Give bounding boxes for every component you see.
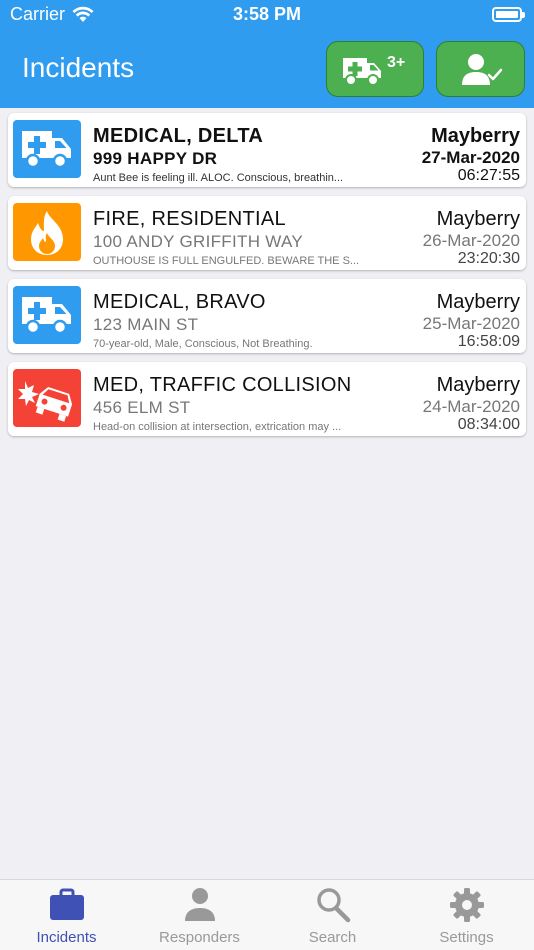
incident-icon-box — [13, 369, 81, 427]
tab-search[interactable]: Search — [266, 880, 399, 950]
incident-icon-box — [13, 203, 81, 261]
incident-note: Aunt Bee is feeling ill. ALOC. Conscious… — [93, 172, 344, 184]
tab-label: Incidents — [36, 929, 97, 946]
person-check-icon — [462, 54, 503, 85]
incident-address: 999 HAPPY DR — [93, 149, 218, 168]
incident-card[interactable]: MEDICAL, BRAVO 123 MAIN ST 70-year-old, … — [8, 279, 526, 353]
incident-type: MEDICAL, BRAVO — [93, 291, 266, 313]
tab-label: Search — [308, 929, 357, 946]
car-crash-icon — [18, 381, 73, 422]
incident-address: 123 MAIN ST — [93, 315, 199, 334]
tab-responders[interactable]: Responders — [133, 880, 266, 950]
incident-date: 26-Mar-2020 — [422, 231, 520, 250]
incident-card[interactable]: MEDICAL, DELTA 999 HAPPY DR Aunt Bee is … — [8, 113, 526, 187]
fire-icon — [31, 211, 63, 255]
incident-type: FIRE, RESIDENTIAL — [93, 208, 286, 230]
search-icon — [317, 888, 351, 923]
ambulance-icon — [343, 58, 381, 86]
responder-status-button[interactable] — [436, 41, 525, 97]
incident-icon-box — [13, 286, 81, 344]
incident-time: 08:34:00 — [457, 416, 520, 433]
incident-type: MEDICAL, DELTA — [93, 125, 264, 147]
incident-city: Mayberry — [431, 125, 520, 147]
incident-address: 456 ELM ST — [93, 398, 191, 417]
ambulance-icon — [22, 131, 71, 169]
clock: 3:58 PM — [232, 4, 302, 24]
incident-note: OUTHOUSE IS FULL ENGULFED. BEWARE THE S.… — [93, 255, 360, 267]
battery-icon — [492, 7, 525, 22]
tab-incidents[interactable]: Incidents — [0, 880, 133, 950]
incident-type: MED, TRAFFIC COLLISION — [93, 374, 352, 396]
incident-note: Head-on collision at intersection, extri… — [93, 421, 342, 433]
ambulance-icon — [22, 297, 71, 335]
gear-icon — [450, 888, 484, 922]
page-title: Incidents — [22, 52, 135, 83]
tab-label: Settings — [439, 929, 494, 946]
incident-time: 23:20:30 — [457, 250, 520, 267]
briefcase-icon — [50, 888, 84, 920]
tab-label: Responders — [159, 929, 240, 946]
incident-city: Mayberry — [436, 291, 520, 313]
tab-bar: Incidents Responders Search Settings — [0, 879, 534, 950]
status-bar: Carrier 3:58 PM — [0, 0, 534, 32]
incident-icon-box — [13, 120, 81, 178]
incident-card[interactable]: FIRE, RESIDENTIAL 100 ANDY GRIFFITH WAY … — [8, 196, 526, 270]
ambulance-count-badge: 3+ — [387, 54, 406, 71]
incident-date: 27-Mar-2020 — [421, 148, 520, 167]
tab-settings[interactable]: Settings — [400, 880, 533, 950]
incident-city: Mayberry — [436, 374, 520, 396]
incident-note: 70-year-old, Male, Conscious, Not Breath… — [93, 338, 313, 350]
incident-date: 25-Mar-2020 — [422, 314, 520, 333]
ambulance-dispatch-button[interactable]: 3+ — [326, 41, 424, 97]
nav-header: Carrier 3:58 PM Incidents 3+ — [0, 0, 534, 108]
incident-address: 100 ANDY GRIFFITH WAY — [93, 232, 304, 251]
person-icon — [185, 888, 215, 921]
incident-time: 16:58:09 — [457, 333, 520, 350]
incident-city: Mayberry — [436, 208, 520, 230]
incident-date: 24-Mar-2020 — [422, 397, 520, 416]
incident-time: 06:27:55 — [457, 167, 520, 184]
incident-card[interactable]: MED, TRAFFIC COLLISION 456 ELM ST Head-o… — [8, 362, 526, 436]
